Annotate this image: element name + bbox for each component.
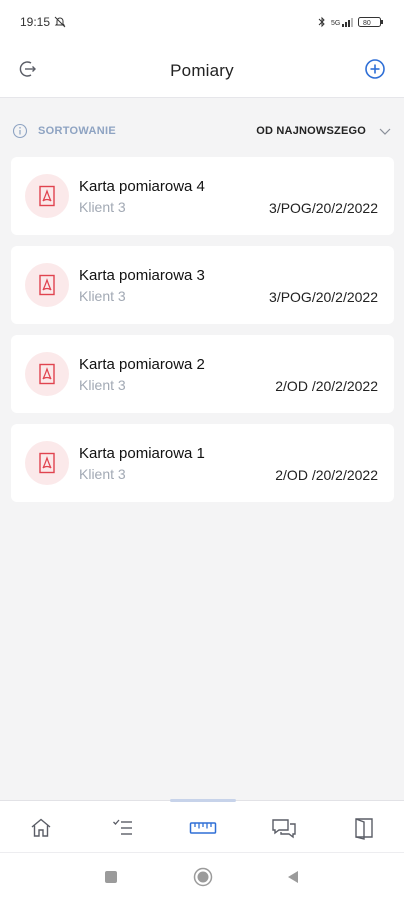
app-header: Pomiary (0, 44, 404, 98)
page-title: Pomiary (170, 60, 234, 80)
ruler-icon (189, 822, 217, 834)
card-code: 3/POG/20/2/2022 (269, 200, 378, 216)
card-title: Karta pomiarowa 2 (79, 356, 205, 373)
nav-checklist[interactable] (109, 814, 137, 842)
back-button[interactable] (286, 869, 300, 885)
active-tab-indicator (170, 799, 236, 802)
system-navigation (0, 852, 404, 900)
svg-text:5G: 5G (331, 20, 340, 27)
chevron-down-icon[interactable] (378, 124, 392, 138)
home-button[interactable] (193, 867, 213, 887)
add-circle-icon[interactable] (363, 57, 387, 81)
info-icon[interactable] (12, 123, 28, 139)
card-title: Karta pomiarowa 1 (79, 445, 205, 462)
logout-icon[interactable] (17, 58, 39, 80)
bluetooth-icon (318, 16, 325, 28)
bottom-navigation (0, 799, 404, 852)
status-time-group: 19:15 (20, 15, 66, 29)
card-title: Karta pomiarowa 4 (79, 178, 205, 195)
card-code: 2/OD /20/2/2022 (275, 467, 378, 483)
card-code: 2/OD /20/2/2022 (275, 378, 378, 394)
card-client: Klient 3 (79, 377, 126, 393)
battery-level: 80 (363, 20, 371, 27)
status-icons: 5G 80 (318, 16, 384, 28)
nav-measurements[interactable] (189, 814, 217, 842)
signal-icon: 5G (331, 18, 353, 27)
card-client: Klient 3 (79, 466, 126, 482)
sort-label: SORTOWANIE (38, 125, 116, 137)
card-client: Klient 3 (79, 199, 126, 215)
home-icon (31, 818, 51, 837)
list-item-card[interactable]: Karta pomiarowa 1 Klient 3 2/OD /20/2/20… (11, 424, 394, 502)
recents-button[interactable] (105, 871, 117, 883)
pdf-icon (25, 441, 69, 485)
pdf-icon (25, 174, 69, 218)
status-bar: 19:15 5G 80 (0, 0, 404, 44)
chat-icon (272, 819, 296, 839)
bell-off-icon (54, 16, 66, 28)
checklist-icon (113, 819, 132, 835)
sort-select[interactable]: OD NAJNOWSZEGO (256, 125, 366, 137)
status-time: 19:15 (20, 15, 51, 29)
card-title: Karta pomiarowa 3 (79, 267, 205, 284)
nav-door[interactable] (350, 814, 378, 842)
pdf-icon (25, 352, 69, 396)
card-code: 3/POG/20/2/2022 (269, 289, 378, 305)
door-icon (355, 818, 373, 840)
list-item-card[interactable]: Karta pomiarowa 2 Klient 3 2/OD /20/2/20… (11, 335, 394, 413)
card-client: Klient 3 (79, 288, 126, 304)
nav-home[interactable] (27, 814, 55, 842)
list-item-card[interactable]: Karta pomiarowa 4 Klient 3 3/POG/20/2/20… (11, 157, 394, 235)
nav-messages[interactable] (270, 814, 298, 842)
sort-bar: SORTOWANIE OD NAJNOWSZEGO (0, 118, 404, 144)
pdf-icon (25, 263, 69, 307)
battery-icon: 80 (358, 17, 383, 27)
list-item-card[interactable]: Karta pomiarowa 3 Klient 3 3/POG/20/2/20… (11, 246, 394, 324)
